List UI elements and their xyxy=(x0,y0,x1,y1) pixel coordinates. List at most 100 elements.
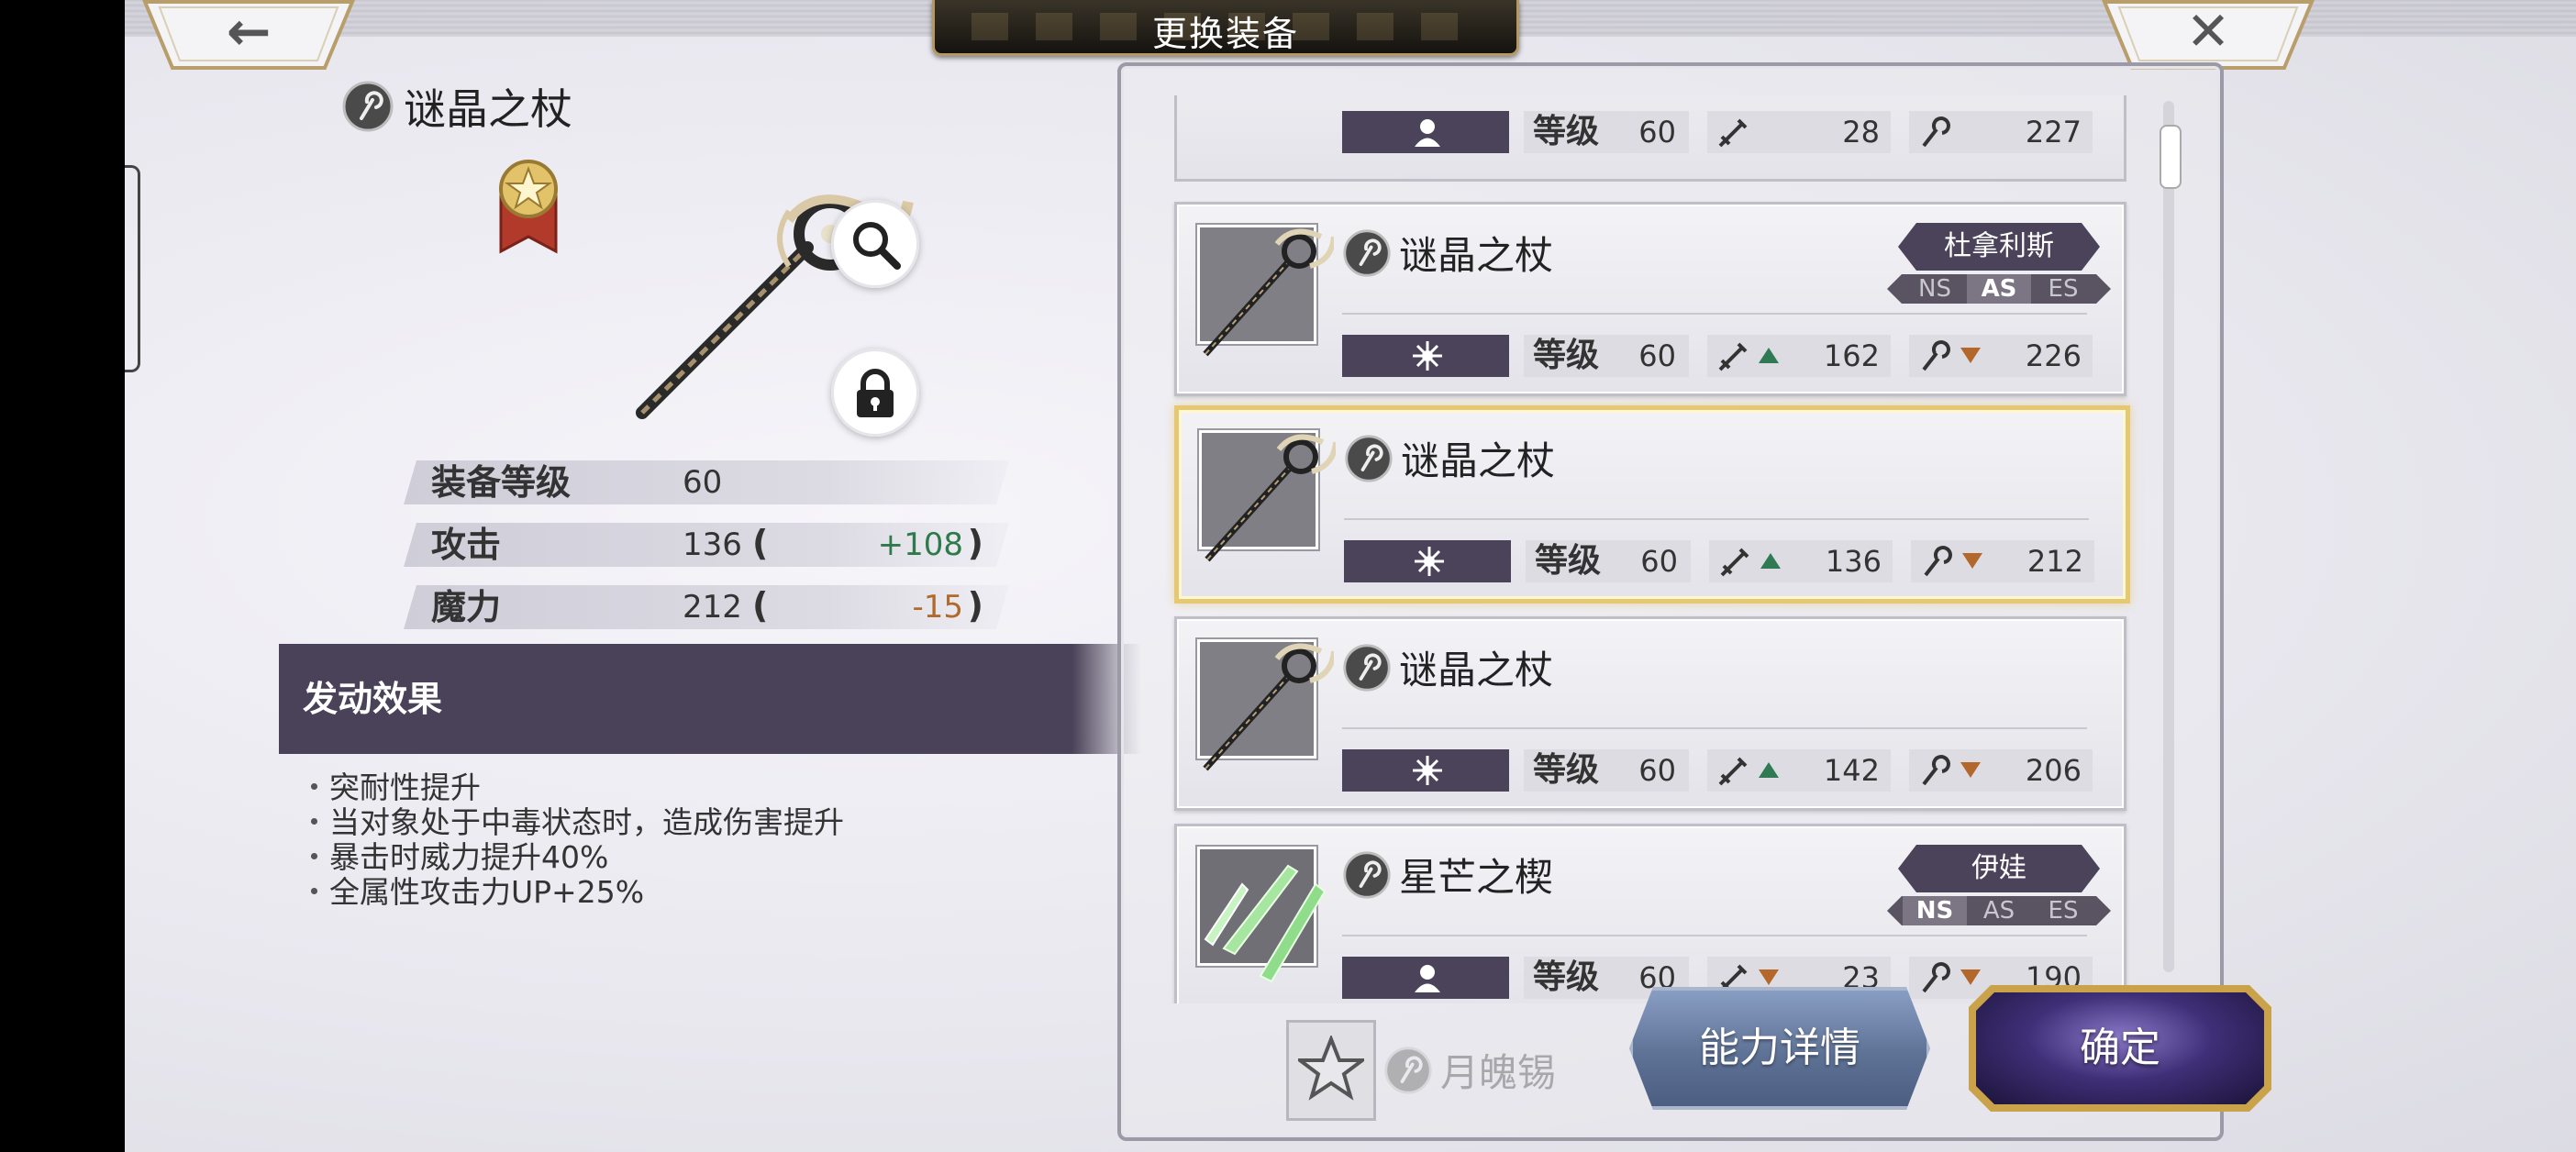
stat-diff: +108 xyxy=(877,526,963,563)
owner-name: 杜拿利斯 xyxy=(1898,223,2100,271)
sword-icon xyxy=(1720,548,1749,577)
effect-item: 突耐性提升 xyxy=(299,770,844,805)
staff-icon xyxy=(1922,340,1950,371)
paren: ( xyxy=(752,585,769,626)
divider xyxy=(1342,313,2087,315)
slot-indicator xyxy=(1342,111,1509,153)
item-name: 谜晶之杖 xyxy=(1401,438,1556,483)
slot-indicator xyxy=(1344,540,1511,582)
list-item[interactable]: 谜晶之杖 等级 60 142 206 xyxy=(1174,616,2126,811)
item-thumbnail xyxy=(1197,639,1334,771)
staff-icon xyxy=(1922,116,1950,148)
owner-badge: 伊娃 NS AS ES xyxy=(1887,845,2111,933)
confirm-button[interactable]: 确定 xyxy=(1969,985,2271,1112)
effect-list: 突耐性提升 当对象处于中毒状态时，造成伤害提升 暴击时威力提升40% 全属性攻击… xyxy=(299,770,844,910)
level-box: 等级 60 xyxy=(1524,111,1689,153)
tag-as: AS xyxy=(1982,897,2015,925)
magic-box: 226 xyxy=(1909,335,2093,377)
inspect-button[interactable] xyxy=(831,200,919,288)
trend-up-icon xyxy=(1760,553,1781,569)
paren: ) xyxy=(967,523,983,563)
level-label: 等级 xyxy=(1533,958,1600,996)
trend-down-icon xyxy=(1960,762,1981,778)
magic-box: 206 xyxy=(1909,749,2093,792)
magic-value: 206 xyxy=(2025,753,2082,788)
trend-down-icon xyxy=(1960,348,1981,363)
stat-row-attack: 攻击 136 ( +108 ) xyxy=(404,523,1009,567)
stat-label: 魔力 xyxy=(431,587,502,627)
equipment-list[interactable]: 等级 60 28 227 谜晶之杖 杜拿利斯 NS AS ES 等级 60 16… xyxy=(1165,95,2251,1003)
level-box: 等级 60 xyxy=(1524,335,1689,377)
tag-es: ES xyxy=(2048,275,2079,303)
stat-row-level: 装备等级 60 xyxy=(404,460,1009,504)
staff-type-icon xyxy=(1345,434,1393,482)
divider xyxy=(1342,727,2087,729)
trend-up-icon xyxy=(1759,762,1779,778)
effect-header: 发动效果 xyxy=(279,644,1141,754)
search-icon xyxy=(853,222,901,270)
list-item-selected[interactable]: 谜晶之杖 等级 60 136 212 xyxy=(1174,405,2130,604)
item-thumbnail xyxy=(1197,225,1334,357)
favorite-filter-button[interactable] xyxy=(1286,1020,1376,1121)
ability-tags: NS AS ES xyxy=(1887,896,2111,925)
level-value: 60 xyxy=(1638,115,1676,150)
list-item[interactable]: 谜晶之杖 杜拿利斯 NS AS ES 等级 60 162 226 xyxy=(1174,202,2126,396)
item-name: 谜晶之杖 xyxy=(1399,233,1554,278)
item-name-row: 谜晶之杖 xyxy=(1342,639,1553,695)
faded-list-item: 月魄锡 xyxy=(1383,1042,1556,1098)
stat-value: 136 xyxy=(683,526,742,563)
item-name: 月魄锡 xyxy=(1440,1050,1557,1095)
lock-icon xyxy=(857,369,894,417)
stat-diff: -15 xyxy=(912,589,963,626)
attack-value: 28 xyxy=(1842,115,1880,150)
staff-type-icon xyxy=(1343,643,1391,692)
tag-ns: NS xyxy=(1918,275,1951,303)
tag-es: ES xyxy=(2048,897,2079,925)
level-box: 等级 60 xyxy=(1526,540,1691,582)
sword-icon xyxy=(1718,342,1748,371)
item-name-row: 谜晶之杖 xyxy=(1344,430,1555,486)
item-name-row: 星芒之楔 xyxy=(1342,847,1553,903)
paren: ( xyxy=(752,523,769,563)
owner-name: 伊娃 xyxy=(1898,845,2100,892)
title-plate: 更换装备 xyxy=(932,0,1519,56)
ability-detail-label: 能力详情 xyxy=(1699,1025,1860,1071)
level-label: 等级 xyxy=(1535,542,1602,580)
person-icon xyxy=(1415,965,1440,992)
staff-icon xyxy=(1924,546,1952,577)
staff-type-icon xyxy=(342,81,394,132)
staff-icon xyxy=(1922,755,1950,786)
stat-label: 装备等级 xyxy=(431,462,572,503)
close-button[interactable]: ✕ xyxy=(2101,0,2315,70)
list-item[interactable]: 星芒之楔 伊娃 NS AS ES 等级 60 23 190 xyxy=(1174,824,2126,1003)
stat-row-magic: 魔力 212 ( -15 ) xyxy=(404,585,1009,629)
attack-value: 142 xyxy=(1823,753,1880,788)
lock-button[interactable] xyxy=(831,349,919,437)
item-thumbnail xyxy=(1199,430,1336,562)
back-arrow-icon: ← xyxy=(226,0,272,62)
attack-box: 28 xyxy=(1707,111,1891,153)
ability-detail-button[interactable]: 能力详情 xyxy=(1629,987,1930,1110)
staff-type-icon xyxy=(1384,1046,1432,1094)
attack-box: 136 xyxy=(1709,540,1893,582)
attack-value: 162 xyxy=(1823,338,1880,373)
divider xyxy=(1344,518,2089,520)
close-icon: ✕ xyxy=(2185,0,2231,62)
attack-box: 142 xyxy=(1707,749,1891,792)
tag-ns: NS xyxy=(1903,896,1967,925)
list-item[interactable]: 等级 60 28 227 xyxy=(1174,95,2126,182)
owner-badge: 杜拿利斯 NS AS ES xyxy=(1887,223,2111,311)
ability-tags: NS AS ES xyxy=(1887,274,2111,304)
slot-indicator xyxy=(1342,957,1509,999)
sword-icon xyxy=(1718,118,1748,148)
level-value: 60 xyxy=(1640,544,1678,579)
sword-icon xyxy=(1718,757,1748,786)
divider xyxy=(1342,935,2087,936)
level-value: 60 xyxy=(1638,753,1676,788)
paren: ) xyxy=(967,585,983,626)
back-button[interactable]: ← xyxy=(141,0,356,70)
item-name-row: 谜晶之杖 xyxy=(1342,225,1553,281)
spark-icon xyxy=(1413,756,1442,785)
stat-value: 212 xyxy=(683,589,742,626)
level-box: 等级 60 xyxy=(1524,749,1689,792)
